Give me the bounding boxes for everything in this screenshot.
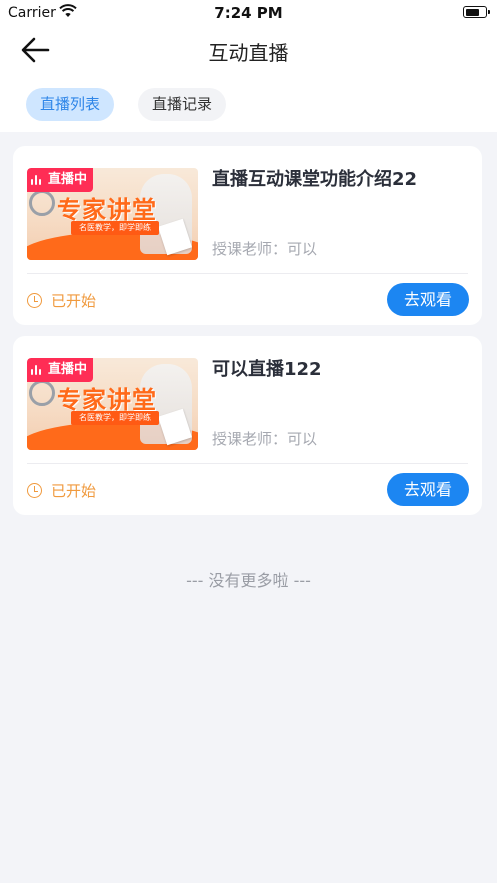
header-area: Carrier 7:24 PM 互动直播 直播列表 直播记录 xyxy=(0,0,497,132)
thumbnail-title: 专家讲堂 xyxy=(57,195,157,224)
thumbnail-subtitle: 名医教学，即学即练 xyxy=(71,411,159,425)
watch-button[interactable]: 去观看 xyxy=(387,283,469,316)
thumbnail-subtitle: 名医教学，即学即练 xyxy=(71,221,159,235)
course-thumbnail: 专家讲堂 名医教学，即学即练 直播中 xyxy=(27,168,198,260)
battery-icon xyxy=(463,6,490,18)
teacher-label: 授课老师：可以 xyxy=(212,240,318,258)
divider xyxy=(27,273,468,274)
divider xyxy=(27,463,468,464)
live-bars-icon xyxy=(31,175,43,185)
watch-button[interactable]: 去观看 xyxy=(387,473,469,506)
clock-time: 7:24 PM xyxy=(214,4,283,22)
tab-live-records[interactable]: 直播记录 xyxy=(138,88,227,121)
no-more-label: --- 没有更多啦 --- xyxy=(186,571,311,590)
page-title: 互动直播 xyxy=(208,41,289,65)
course-status: 已开始 xyxy=(27,290,96,311)
teacher-label: 授课老师：可以 xyxy=(212,430,318,448)
course-title: 可以直播122 xyxy=(212,359,322,380)
course-status: 已开始 xyxy=(27,480,96,501)
course-card[interactable]: 专家讲堂 名医教学，即学即练 直播中 可以直播122 授课老师：可以 已开始 去… xyxy=(13,336,482,515)
live-badge-label: 直播中 xyxy=(48,172,88,187)
nav-bar: 互动直播 xyxy=(0,26,497,76)
status-label: 已开始 xyxy=(51,292,97,310)
course-thumbnail: 专家讲堂 名医教学，即学即练 直播中 xyxy=(27,358,198,450)
live-badge: 直播中 xyxy=(27,168,94,192)
magnifier-icon xyxy=(29,380,55,406)
status-label: 已开始 xyxy=(51,482,97,500)
course-title: 直播互动课堂功能介绍22 xyxy=(212,169,418,190)
magnifier-icon xyxy=(29,190,55,216)
clock-icon xyxy=(27,483,42,498)
thumbnail-title: 专家讲堂 xyxy=(57,385,157,414)
course-card[interactable]: 专家讲堂 名医教学，即学即练 直播中 直播互动课堂功能介绍22 授课老师：可以 … xyxy=(13,146,482,325)
status-bar: Carrier 7:24 PM xyxy=(0,0,497,26)
clock-icon xyxy=(27,293,42,308)
live-badge: 直播中 xyxy=(27,358,94,382)
live-badge-label: 直播中 xyxy=(48,362,88,377)
tab-live-list[interactable]: 直播列表 xyxy=(26,88,115,121)
live-bars-icon xyxy=(31,365,43,375)
tab-bar: 直播列表 直播记录 xyxy=(0,76,497,132)
